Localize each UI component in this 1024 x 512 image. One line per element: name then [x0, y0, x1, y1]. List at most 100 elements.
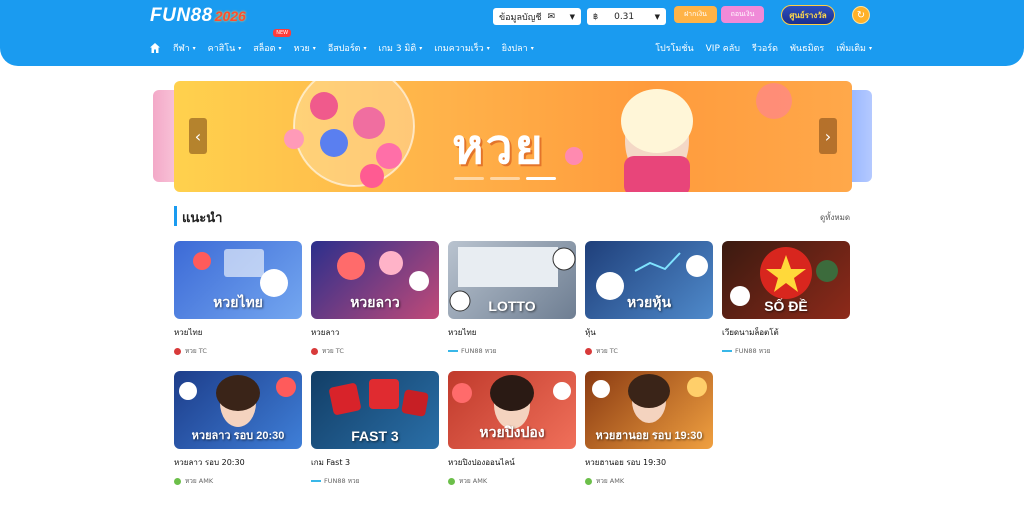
- provider-name: FUN88 หวย: [324, 477, 360, 485]
- nav-label: พันธมิตร: [789, 44, 825, 54]
- thumbnail-label: หวยหุ้น: [626, 294, 672, 310]
- thumbnail-label: หวยฮานอย รอบ 19:30: [595, 430, 703, 442]
- home-icon[interactable]: [149, 42, 161, 54]
- game-title: หวยไทย: [174, 328, 203, 337]
- game-thumbnail[interactable]: หวยฮานอย รอบ 19:30: [585, 371, 713, 449]
- thumbnail-label: LOTTO: [488, 298, 536, 314]
- nav-item-3d-games[interactable]: เกม 3 มิติ ▾: [379, 41, 423, 55]
- chevron-down-icon: ▾: [278, 44, 282, 52]
- game-title: เวียดนามล็อตโต้: [722, 328, 779, 337]
- game-thumbnail[interactable]: SỐ ĐỀ: [722, 241, 850, 319]
- banner-dot[interactable]: [454, 177, 484, 180]
- banner-dot[interactable]: [490, 177, 520, 180]
- nav-item-esports[interactable]: อีสปอร์ต ▾: [328, 41, 367, 55]
- nav-item-affiliate[interactable]: พันธมิตร: [790, 41, 824, 55]
- banner-prev-arrow[interactable]: ‹: [189, 118, 207, 154]
- nav-item-vip-club[interactable]: VIP คลับ: [706, 41, 740, 55]
- nav-label: รีวอร์ด: [752, 44, 778, 54]
- chevron-down-icon: ▾: [363, 44, 367, 52]
- game-title: หวยฮานอย รอบ 19:30: [585, 458, 667, 467]
- banner-prev-preview: [153, 90, 175, 182]
- game-card[interactable]: FAST 3 เกม Fast 3 FUN88 หวย: [311, 371, 439, 486]
- game-provider: หวย AMK: [448, 476, 576, 486]
- game-thumbnail[interactable]: หวยลาว: [311, 241, 439, 319]
- site-logo[interactable]: FUN88 2026: [150, 5, 246, 27]
- withdraw-button[interactable]: ถอนเงิน: [721, 6, 764, 23]
- nav-label: สล็อต: [253, 44, 276, 54]
- game-card[interactable]: หวยฮานอย รอบ 19:30 หวยฮานอย รอบ 19:30 หว…: [585, 371, 713, 486]
- chevron-down-icon: ▾: [312, 44, 316, 52]
- provider-logo-icon: [722, 350, 732, 352]
- game-provider: หวย AMK: [585, 476, 713, 486]
- provider-logo-icon: [311, 347, 318, 355]
- game-provider: หวย TC: [174, 346, 302, 356]
- hero-banner[interactable]: ‹ › หวย: [174, 81, 852, 192]
- banner-title: หวย: [452, 121, 545, 174]
- game-thumbnail[interactable]: หวยหุ้น: [585, 241, 713, 319]
- nav-item-lottery[interactable]: หวย ▾: [294, 41, 316, 55]
- nav-item-rewards[interactable]: รีวอร์ด: [752, 41, 778, 55]
- banner-next-arrow[interactable]: ›: [819, 118, 837, 154]
- balance-dropdown[interactable]: ฿ 0.31 ▼: [587, 8, 666, 25]
- provider-name: หวย TC: [322, 347, 344, 355]
- main-nav: กีฬา ▾ คาสิโน ▾ NEW สล็อต ▾ หวย ▾ อีสปอร์ต ▾ เ…: [149, 29, 546, 55]
- banner-dot-active[interactable]: [526, 177, 556, 180]
- provider-name: หวย TC: [596, 347, 618, 355]
- nav-label: ยิงปลา: [501, 44, 528, 54]
- chevron-down-icon: ▾: [868, 44, 872, 52]
- game-thumbnail[interactable]: LOTTO: [448, 241, 576, 319]
- game-card[interactable]: SỐ ĐỀ เวียดนามล็อตโต้ FUN88 หวย: [722, 241, 850, 356]
- game-thumbnail[interactable]: FAST 3: [311, 371, 439, 449]
- thumbnail-label: หวยปิงปอง: [479, 424, 545, 440]
- provider-logo-icon: [174, 477, 181, 485]
- account-dropdown[interactable]: ข้อมูลบัญชี ✉ ▼: [493, 8, 581, 25]
- secondary-nav: โปรโมชั่น VIP คลับ รีวอร์ด พันธมิตร เพิ่…: [643, 41, 872, 55]
- nav-item-slots[interactable]: NEW สล็อต ▾: [253, 29, 292, 55]
- game-provider: FUN88 หวย: [311, 476, 439, 486]
- section-accent-bar: [174, 206, 177, 226]
- top-header: FUN88 2026 ข้อมูลบัญชี ✉ ▼ ฿ 0.31 ▼ ฝากเ…: [0, 0, 1024, 66]
- provider-name: หวย TC: [185, 347, 207, 355]
- game-thumbnail[interactable]: หวยไทย: [174, 241, 302, 319]
- game-thumbnail[interactable]: หวยปิงปอง: [448, 371, 576, 449]
- refresh-icon[interactable]: ↻: [852, 6, 870, 24]
- game-provider: หวย TC: [311, 346, 439, 356]
- game-thumbnail[interactable]: หวยลาว รอบ 20:30: [174, 371, 302, 449]
- chevron-down-icon: ▾: [530, 44, 534, 52]
- game-card[interactable]: หวยหุ้น หุ้น หวย TC: [585, 241, 713, 356]
- game-card[interactable]: LOTTO หวยไทย FUN88 หวย: [448, 241, 576, 356]
- game-card[interactable]: หวยปิงปอง หวยปิงปองออนไลน์ หวย AMK: [448, 371, 576, 486]
- thumbnail-label: SỐ ĐỀ: [764, 298, 808, 314]
- deposit-button[interactable]: ฝากเงิน: [674, 6, 717, 23]
- nav-item-more[interactable]: เพิ่มเติม ▾: [836, 41, 872, 55]
- nav-item-sports[interactable]: กีฬา ▾: [173, 41, 196, 55]
- nav-item-promotions[interactable]: โปรโมชั่น: [655, 41, 693, 55]
- provider-logo-icon: [448, 477, 455, 485]
- game-provider: หวย TC: [585, 346, 713, 356]
- game-title: หุ้น: [585, 328, 596, 337]
- game-card[interactable]: หวยไทย หวยไทย หวย TC: [174, 241, 302, 356]
- game-provider: หวย AMK: [174, 476, 302, 486]
- nav-label: เกมความเร็ว: [434, 44, 484, 54]
- nav-item-casino[interactable]: คาสิโน ▾: [208, 41, 242, 55]
- reward-center-button[interactable]: ศูนย์รางวัล: [781, 5, 835, 25]
- provider-logo-icon: [174, 347, 181, 355]
- game-title: หวยปิงปองออนไลน์: [448, 458, 515, 467]
- nav-label: อีสปอร์ต: [327, 44, 361, 54]
- game-card[interactable]: หวยลาว รอบ 20:30 หวยลาว รอบ 20:30 หวย AM…: [174, 371, 302, 486]
- provider-name: หวย AMK: [185, 477, 214, 485]
- game-card[interactable]: หวยลาว หวยลาว หวย TC: [311, 241, 439, 356]
- logo-year-text: 2026: [214, 8, 246, 24]
- nav-item-speed-games[interactable]: เกมความเร็ว ▾: [434, 41, 490, 55]
- see-all-link[interactable]: ดูทั้งหมด: [820, 211, 850, 224]
- nav-label: หวย: [293, 44, 310, 54]
- game-provider: FUN88 หวย: [722, 346, 850, 356]
- mail-icon: ✉: [547, 11, 556, 22]
- section-title: แนะนำ: [182, 211, 223, 226]
- nav-label: เกม 3 มิติ: [378, 44, 417, 54]
- chevron-down-icon: ▾: [486, 44, 490, 52]
- nav-item-fishing[interactable]: ยิงปลา ▾: [502, 41, 534, 55]
- account-label: ข้อมูลบัญชี: [499, 12, 542, 23]
- nav-label: VIP คลับ: [705, 44, 740, 54]
- game-title: เกม Fast 3: [311, 458, 351, 467]
